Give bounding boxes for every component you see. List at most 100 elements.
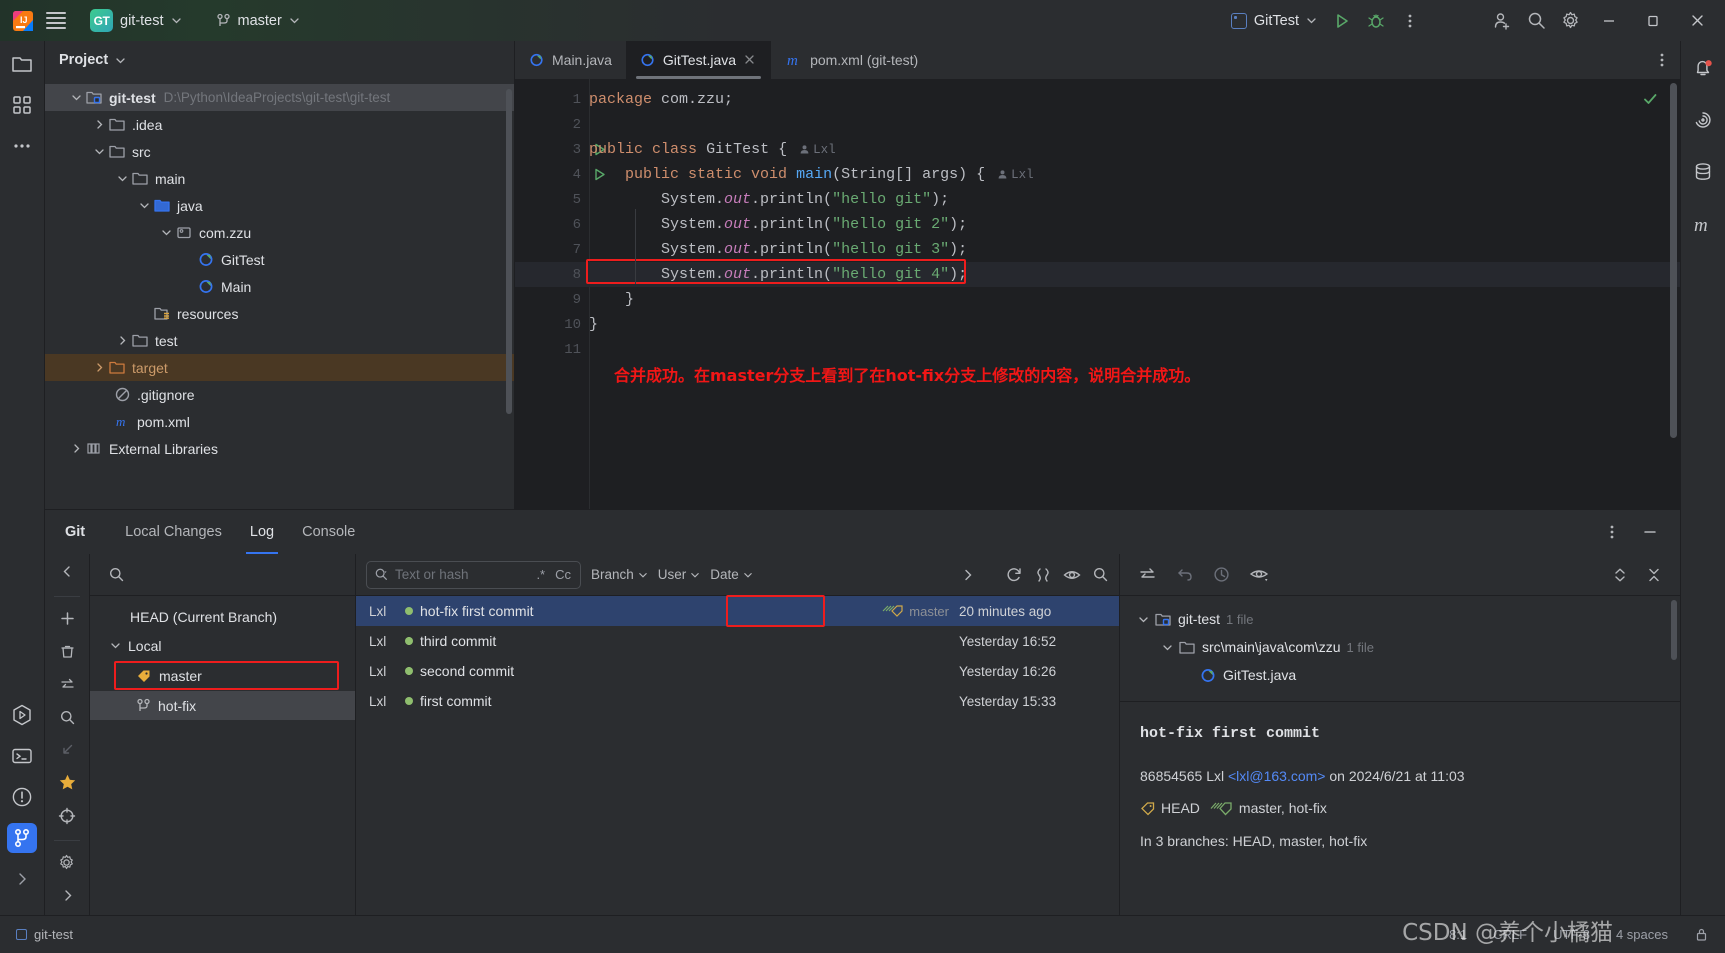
- close-icon[interactable]: [743, 53, 757, 67]
- preview-icon[interactable]: [1249, 565, 1269, 584]
- maximize-button[interactable]: [1631, 0, 1675, 41]
- more-actions-icon[interactable]: [1654, 52, 1670, 68]
- commit-ref-label[interactable]: master: [880, 604, 949, 619]
- main-menu-icon[interactable]: [36, 6, 76, 36]
- database-icon[interactable]: [1688, 157, 1718, 187]
- log-search-box[interactable]: Text or hash .* Cc: [366, 560, 581, 589]
- tree-node-test[interactable]: test: [45, 327, 514, 354]
- chevron-down-icon[interactable]: [1138, 614, 1149, 625]
- project-tree[interactable]: git-test D:\Python\IdeaProjects\git-test…: [45, 79, 514, 509]
- tree-node-idea[interactable]: .idea: [45, 111, 514, 138]
- branch-filter-search[interactable]: [90, 554, 355, 596]
- delete-branch-icon[interactable]: [53, 638, 81, 665]
- status-encoding[interactable]: UTF-8: [1553, 927, 1590, 942]
- code-editor[interactable]: 1 2 3 4 5 6 7 8 9 10 11 package com.zzu;…: [515, 79, 1680, 509]
- tree-node-git-test[interactable]: git-test D:\Python\IdeaProjects\git-test…: [45, 84, 514, 111]
- changes-node-folder[interactable]: src\main\java\com\zzu 1 file: [1138, 633, 1680, 661]
- chevron-right-icon[interactable]: [90, 362, 108, 373]
- branch-item-hot-fix[interactable]: hot-fix: [90, 691, 355, 720]
- chevron-down-icon[interactable]: [113, 173, 131, 184]
- debug-button[interactable]: [1359, 6, 1393, 36]
- expand-toolbar-icon[interactable]: [53, 882, 81, 909]
- expand-collapse-icon[interactable]: [1612, 566, 1628, 584]
- branch-selector[interactable]: master: [208, 9, 308, 33]
- checkout-icon[interactable]: [53, 737, 81, 764]
- chevron-down-icon[interactable]: [135, 200, 153, 211]
- add-collaborator-icon[interactable]: [1485, 6, 1519, 36]
- settings-gear-icon[interactable]: [53, 849, 81, 876]
- tab-pom-xml[interactable]: m pom.xml (git-test): [771, 41, 932, 79]
- editor-gutter[interactable]: 1 2 3 4 5 6 7 8 9 10 11: [515, 79, 605, 509]
- commit-changed-files-tree[interactable]: git-test 1 file src\main\java\com\zzu 1 …: [1120, 596, 1680, 702]
- chevron-down-icon[interactable]: [1162, 642, 1173, 653]
- tree-node-main-class[interactable]: Main: [45, 273, 514, 300]
- filter-branch[interactable]: Branch: [591, 567, 648, 582]
- commit-hash[interactable]: 86854565: [1140, 763, 1202, 790]
- close-button[interactable]: [1675, 0, 1719, 41]
- show-diff-icon[interactable]: [1138, 565, 1157, 584]
- tree-node-gittest[interactable]: GitTest: [45, 246, 514, 273]
- tree-node-target[interactable]: target: [45, 354, 514, 381]
- more-actions-icon[interactable]: [1596, 524, 1628, 540]
- minimize-button[interactable]: [1587, 0, 1631, 41]
- navigate-icon[interactable]: [53, 802, 81, 829]
- search-everywhere-icon[interactable]: [1519, 6, 1553, 36]
- tab-local-changes[interactable]: Local Changes: [111, 510, 236, 554]
- more-actions-icon[interactable]: [1393, 6, 1427, 36]
- changes-scrollbar[interactable]: [1671, 600, 1677, 660]
- project-selector[interactable]: GT git-test: [82, 5, 190, 36]
- ai-assistant-icon[interactable]: [1688, 105, 1718, 135]
- tree-node-resources[interactable]: resources: [45, 300, 514, 327]
- inspection-ok-icon[interactable]: [1642, 91, 1658, 107]
- commit-row[interactable]: Lxl third commit Yesterday 16:52: [356, 626, 1119, 656]
- chevron-down-icon[interactable]: [115, 55, 126, 66]
- chevron-down-icon[interactable]: [67, 92, 85, 103]
- favorite-star-icon[interactable]: [53, 769, 81, 796]
- collapse-all-icon[interactable]: [1646, 566, 1662, 584]
- maven-tool-icon[interactable]: m: [1688, 209, 1718, 239]
- commit-row[interactable]: Lxl first commit Yesterday 15:33: [356, 686, 1119, 716]
- revert-icon[interactable]: [1175, 565, 1194, 584]
- code-text[interactable]: package com.zzu; public class GitTest { …: [586, 79, 1680, 509]
- branch-item-master[interactable]: master: [90, 660, 355, 691]
- terminal-tool-icon[interactable]: [7, 741, 37, 771]
- tree-node-pom[interactable]: m pom.xml: [45, 408, 514, 435]
- chevron-down-icon[interactable]: [90, 146, 108, 157]
- branch-list[interactable]: HEAD (Current Branch) Local master hot-f…: [90, 596, 355, 915]
- tree-node-java[interactable]: java: [45, 192, 514, 219]
- status-project[interactable]: git-test: [16, 927, 73, 942]
- project-tree-scrollbar[interactable]: [506, 89, 512, 414]
- ref-head[interactable]: HEAD: [1140, 795, 1200, 822]
- commit-author-email[interactable]: <lxl@163.com>: [1228, 763, 1325, 790]
- status-caret-position[interactable]: 8:1: [1449, 927, 1467, 942]
- collapse-panel-icon[interactable]: [53, 558, 81, 585]
- tree-node-gitignore[interactable]: .gitignore: [45, 381, 514, 408]
- expand-filters-icon[interactable]: [961, 568, 975, 582]
- status-line-separator[interactable]: CRLF: [1493, 927, 1527, 942]
- tab-main-java[interactable]: Main.java: [515, 41, 626, 79]
- commit-list[interactable]: Lxl hot-fix first commit master 20 minut…: [356, 595, 1119, 915]
- run-configuration-selector[interactable]: GitTest: [1223, 9, 1325, 33]
- changes-node-module[interactable]: git-test 1 file: [1138, 605, 1680, 633]
- expand-rail-icon[interactable]: [7, 864, 37, 894]
- tree-node-main[interactable]: main: [45, 165, 514, 192]
- commit-row[interactable]: Lxl hot-fix first commit master 20 minut…: [356, 595, 1119, 627]
- status-indent[interactable]: 4 spaces: [1616, 927, 1668, 942]
- branch-head-row[interactable]: HEAD (Current Branch): [90, 602, 355, 631]
- status-lock-icon[interactable]: [1694, 927, 1709, 942]
- new-branch-icon[interactable]: [53, 605, 81, 632]
- chevron-right-icon[interactable]: [67, 443, 85, 454]
- tab-log[interactable]: Log: [236, 510, 288, 554]
- tab-gittest-java[interactable]: GitTest.java: [625, 41, 772, 79]
- intellisort-icon[interactable]: [1034, 566, 1052, 584]
- settings-gear-icon[interactable]: [1553, 6, 1587, 36]
- project-tool-icon[interactable]: [7, 49, 37, 79]
- problems-tool-icon[interactable]: [7, 782, 37, 812]
- show-details-icon[interactable]: [1063, 566, 1081, 584]
- regex-toggle[interactable]: .*: [534, 567, 547, 582]
- run-tool-icon[interactable]: [7, 700, 37, 730]
- branch-group-local[interactable]: Local: [90, 631, 355, 660]
- changes-node-file[interactable]: GitTest.java: [1138, 661, 1680, 689]
- tree-node-external-libraries[interactable]: External Libraries: [45, 435, 514, 462]
- tab-console[interactable]: Console: [288, 510, 369, 554]
